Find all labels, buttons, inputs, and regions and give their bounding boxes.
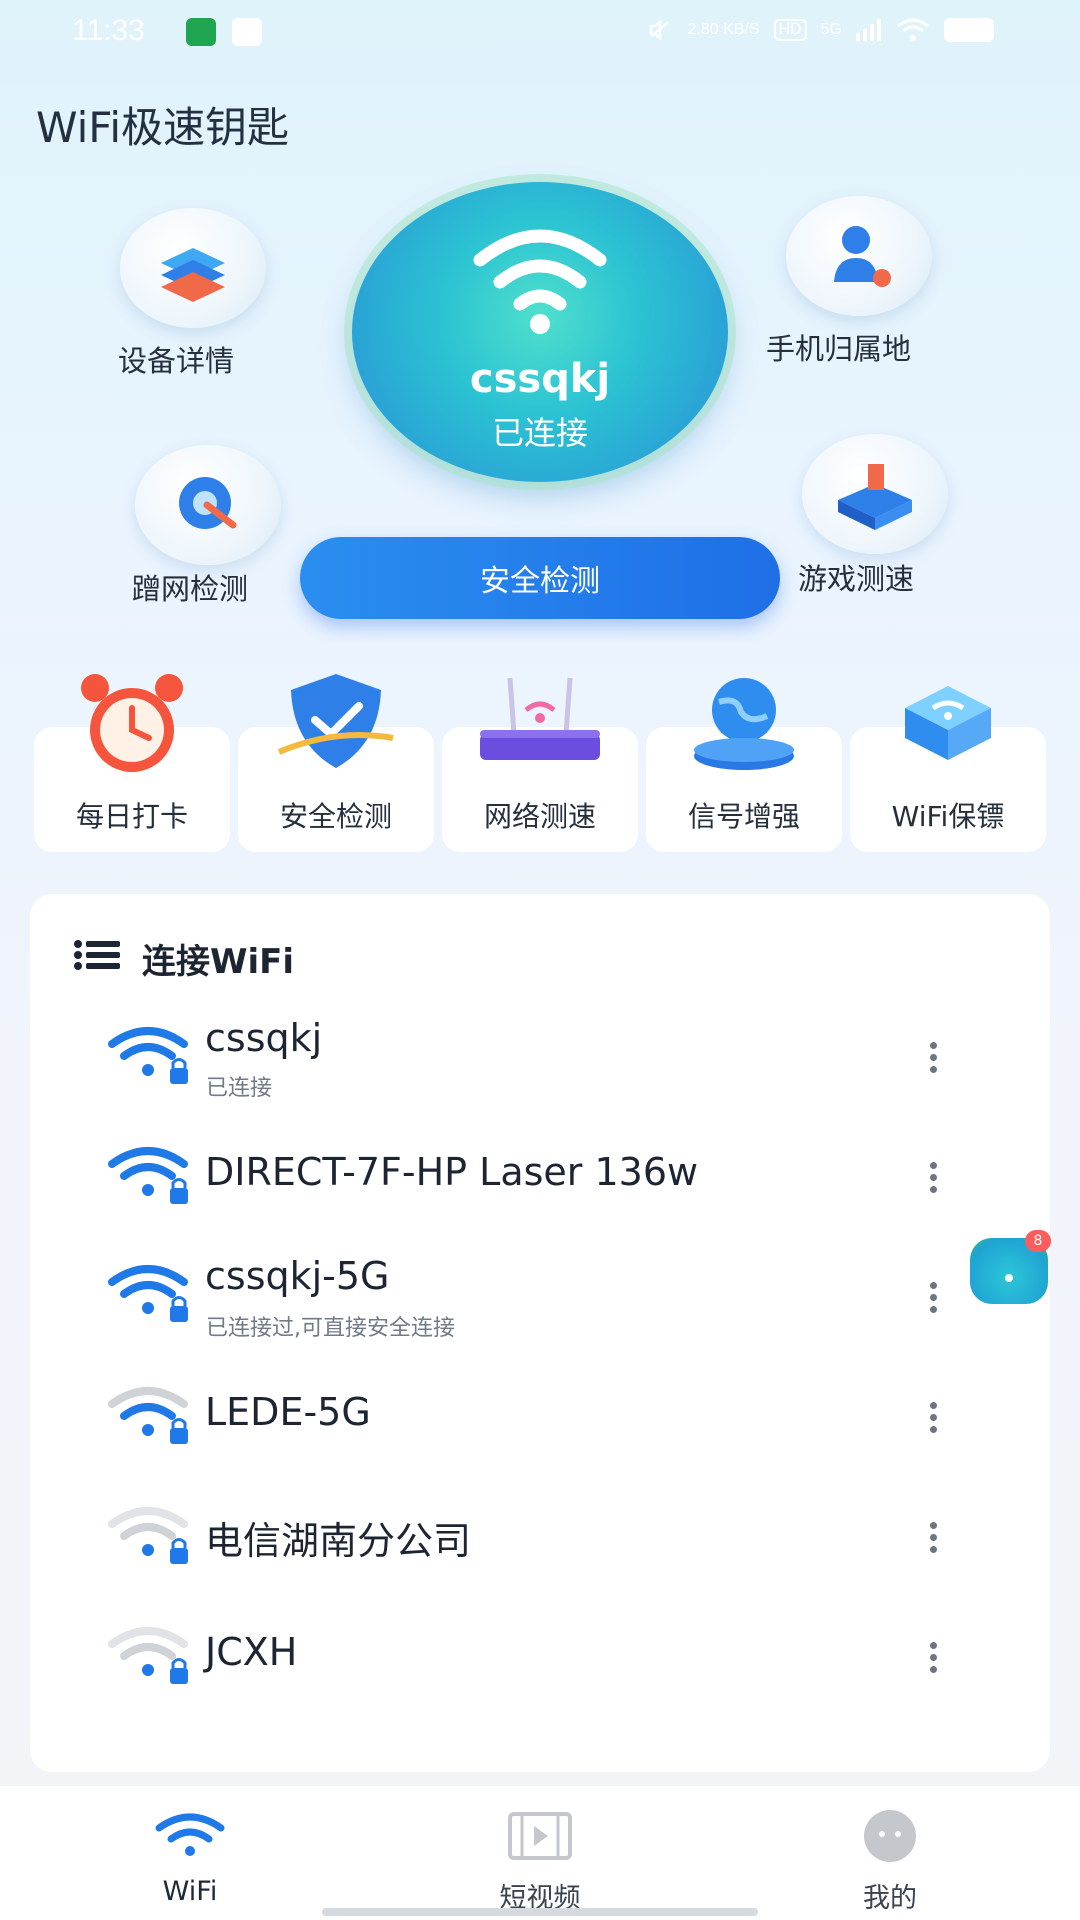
wifi-status-icon (897, 18, 929, 41)
wifi-ssid: DIRECT-7F-HP Laser 136w (205, 1150, 699, 1194)
app-notification-icon (186, 18, 216, 46)
more-options-icon[interactable] (925, 1522, 941, 1558)
wifi-ssid: cssqkj (205, 1016, 323, 1060)
notification-badge: 8 (1025, 1230, 1051, 1252)
status-bar: 11:33 2.80 KB/S HD 5G (0, 0, 1080, 64)
tool-label: WiFi保镖 (891, 800, 1005, 833)
tool-label: 网络测速 (483, 800, 596, 833)
list-icon (74, 940, 120, 970)
freeloader-check-button[interactable] (135, 445, 281, 565)
status-time: 11:33 (72, 14, 145, 47)
nav-wifi[interactable]: WiFi (90, 1786, 290, 1920)
phone-location-label: 手机归属地 (766, 332, 912, 366)
more-options-icon[interactable] (925, 1402, 941, 1438)
mute-icon (649, 19, 669, 41)
app-title: WiFi极速钥匙 (36, 103, 290, 152)
hd-badge: HD (773, 19, 807, 41)
signal-icon (856, 19, 881, 41)
layers-icon (161, 248, 225, 302)
wifi-ssid: JCXH (205, 1630, 298, 1674)
connection-status-text: 已连接 (491, 414, 588, 452)
wifi-ssid: LEDE-5G (205, 1390, 371, 1434)
nav-label: WiFi (162, 1876, 218, 1907)
wifi-subtitle: 已连接 (206, 1076, 273, 1101)
battery-icon (944, 18, 994, 42)
home-indicator (322, 1908, 758, 1916)
phone-location-button[interactable] (786, 196, 932, 316)
more-options-icon[interactable] (925, 1642, 941, 1678)
wifi-signal-lock-icon (108, 1387, 188, 1444)
net-speed: 2.80 KB/S (687, 21, 760, 38)
status-indicators: 2.80 KB/S HD 5G (646, 16, 994, 44)
video-tab-icon (508, 1812, 572, 1860)
wifi-signal-lock-icon (108, 1627, 188, 1684)
safety-check-button[interactable]: 安全检测 (300, 537, 780, 619)
alarm-clock-icon (81, 674, 183, 772)
nav-mine[interactable]: 我的 (790, 1786, 990, 1920)
network-type: 5G (820, 21, 842, 38)
wifi-signal-lock-icon (108, 1507, 188, 1564)
nav-short-video[interactable]: 短视频 (440, 1786, 640, 1920)
globe-signal-icon (694, 678, 794, 770)
wifi-ssid: cssqkj-5G (205, 1254, 390, 1298)
wifi-guard-icon (905, 686, 991, 760)
wifi-signal-lock-icon (108, 1027, 188, 1084)
wifi-ssid: 电信湖南分公司 (205, 1519, 472, 1563)
shield-check-icon (277, 674, 394, 768)
bottom-nav: WiFi 短视频 我的 (0, 1786, 1080, 1920)
radar-icon (179, 477, 237, 529)
more-options-icon[interactable] (925, 1282, 941, 1318)
wifi-signal-lock-icon (108, 1265, 188, 1322)
game-speed-label: 游戏测速 (798, 562, 915, 596)
nav-label: 我的 (863, 1883, 917, 1914)
wifi-signal-lock-icon (108, 1147, 188, 1204)
tool-label: 安全检测 (279, 800, 392, 833)
tool-label: 每日打卡 (75, 800, 188, 833)
router-icon (480, 677, 600, 760)
device-detail-button[interactable] (120, 208, 266, 328)
wifi-list-title: 连接WiFi (142, 942, 295, 982)
connected-ssid: cssqkj (469, 356, 611, 402)
profile-tab-icon (864, 1810, 916, 1862)
message-notification-icon (232, 18, 262, 46)
wifi-subtitle: 已连接过,可直接安全连接 (206, 1316, 455, 1341)
game-speed-button[interactable] (802, 434, 948, 554)
freeloader-check-label: 蹭网检测 (132, 572, 249, 606)
device-detail-label: 设备详情 (118, 344, 235, 378)
more-options-icon[interactable] (925, 1162, 941, 1198)
tool-label: 信号增强 (687, 800, 800, 833)
more-options-icon[interactable] (925, 1042, 941, 1078)
user-location-icon (834, 226, 891, 287)
gamepad-icon (838, 464, 912, 530)
wifi-tab-icon (155, 1813, 225, 1856)
